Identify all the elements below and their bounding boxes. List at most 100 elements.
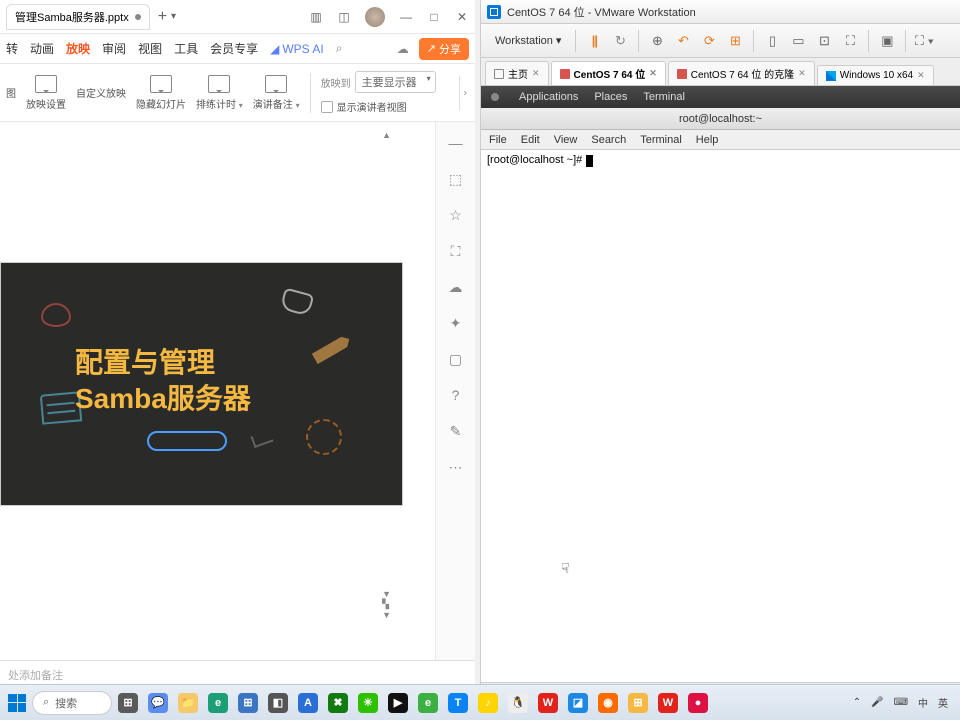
scroll-down-icon[interactable]: ▼▚▼ — [382, 589, 391, 620]
presenter-view-checkbox[interactable]: 显示演讲者视图 — [321, 99, 436, 114]
user-avatar[interactable] — [365, 7, 385, 27]
tray-mic-icon[interactable]: 🎤 — [871, 697, 883, 708]
sidebar-tools-icon[interactable]: ✦ — [447, 314, 465, 332]
menu-item[interactable]: 动画 — [30, 40, 54, 57]
tab-close-icon[interactable]: ✕ — [532, 68, 540, 79]
cloud-icon[interactable]: ☁ — [397, 42, 409, 56]
snapshot-mgr-icon[interactable]: ⊞ — [725, 31, 745, 51]
tab-close-icon[interactable]: ✕ — [649, 68, 657, 79]
taskbar-app-cube[interactable]: ◧ — [264, 689, 292, 717]
start-button[interactable] — [4, 690, 30, 716]
sidebar-design-icon[interactable]: ✎ — [447, 422, 465, 440]
menu-item[interactable]: 视图 — [138, 40, 162, 57]
term-menu-file[interactable]: File — [489, 134, 507, 146]
taskbar-app-edge[interactable]: e — [204, 689, 232, 717]
menu-item[interactable]: 转 — [6, 40, 18, 57]
term-menu-edit[interactable]: Edit — [521, 134, 540, 146]
taskbar-app-rec[interactable]: ● — [684, 689, 712, 717]
view-fullscreen-icon[interactable]: ⛶ — [840, 31, 860, 51]
guest-display[interactable]: Applications Places Terminal root@localh… — [481, 86, 960, 682]
tab-dropdown-icon[interactable]: ▾ — [171, 11, 176, 22]
term-menu-help[interactable]: Help — [696, 134, 719, 146]
document-tab[interactable]: 管理Samba服务器.pptx — [6, 4, 150, 30]
ribbon-notes[interactable]: 演讲备注 ▾ — [253, 75, 300, 111]
term-menu-view[interactable]: View — [554, 134, 578, 146]
term-menu-search[interactable]: Search — [591, 134, 626, 146]
activities-icon[interactable] — [491, 93, 499, 101]
tab-close-icon[interactable]: ✕ — [917, 70, 925, 81]
taskbar-app-wps[interactable]: W — [654, 689, 682, 717]
view-single-icon[interactable]: ▯ — [762, 31, 782, 51]
slide[interactable]: 配置与管理 Samba服务器 — [0, 262, 403, 506]
sidebar-star-icon[interactable]: ☆ — [447, 206, 465, 224]
taskbar-search[interactable]: ⌕ 搜索 — [32, 691, 112, 715]
gnome-menu[interactable]: Places — [594, 91, 627, 103]
sidebar-collapse-icon[interactable]: — — [447, 134, 465, 152]
new-tab-button[interactable]: + — [158, 8, 167, 26]
taskbar-app-wechat[interactable]: ✳ — [354, 689, 382, 717]
ribbon-rehearse[interactable]: 排练计时 ▾ — [196, 75, 243, 111]
pause-button[interactable]: || — [584, 31, 604, 51]
display-select[interactable]: 主要显示器 ▾ — [355, 71, 436, 93]
taskbar-app-explorer[interactable]: 📁 — [174, 689, 202, 717]
share-button[interactable]: ↗ 分享 — [419, 38, 469, 60]
ribbon-expand-icon[interactable]: › — [459, 75, 471, 110]
console-icon[interactable]: ▣ — [877, 31, 897, 51]
taskbar-app-xbox[interactable]: ✖ — [324, 689, 352, 717]
vm-tab-windows[interactable]: Windows 10 x64✕ — [817, 65, 934, 85]
sidebar-cloud-icon[interactable]: ☁ — [447, 278, 465, 296]
taskbar-app-app-blue[interactable]: A — [294, 689, 322, 717]
sidebar-more-icon[interactable]: ⋯ — [447, 458, 465, 476]
revert-icon[interactable]: ↶ — [673, 31, 693, 51]
tray-keyboard-icon[interactable]: ⌨ — [894, 697, 908, 708]
manage-icon[interactable]: ⟳ — [699, 31, 719, 51]
scroll-up-icon[interactable]: ▲ — [382, 130, 391, 140]
taskbar-app-app-orange[interactable]: ◉ — [594, 689, 622, 717]
sidebar-select-icon[interactable]: ⬚ — [447, 170, 465, 188]
tray-lang[interactable]: 英 — [938, 695, 948, 710]
sidebar-chat-icon[interactable]: ⛶ — [447, 242, 465, 260]
wps-ai-button[interactable]: ◢ WPS AI — [270, 42, 324, 56]
taskbar-app-store[interactable]: ⊞ — [234, 689, 262, 717]
snapshot-icon[interactable]: ⊕ — [647, 31, 667, 51]
menu-item-active[interactable]: 放映 — [66, 40, 90, 57]
view-unity-icon[interactable]: ⊡ — [814, 31, 834, 51]
cube-icon[interactable]: ◫ — [337, 10, 351, 24]
search-icon[interactable]: ⌕ — [336, 41, 343, 56]
taskbar-app-task-view[interactable]: ⊞ — [114, 689, 142, 717]
menu-item[interactable]: 工具 — [174, 40, 198, 57]
menu-item[interactable]: 审阅 — [102, 40, 126, 57]
ribbon-hide-slide[interactable]: 隐藏幻灯片 — [136, 75, 186, 111]
gnome-menu[interactable]: Applications — [519, 91, 578, 103]
tab-close-icon[interactable]: ✕ — [798, 68, 806, 79]
sidebar-help-icon[interactable]: ? — [447, 386, 465, 404]
ribbon-custom-play[interactable]: 自定义放映 — [76, 85, 126, 100]
vm-tab-clone[interactable]: CentOS 7 64 位 的克隆✕ — [668, 61, 815, 85]
view-multi-icon[interactable]: ▭ — [788, 31, 808, 51]
taskbar-app-calc[interactable]: ⊞ — [624, 689, 652, 717]
ribbon-item[interactable]: 图 — [6, 85, 16, 100]
ribbon-play-settings[interactable]: 放映设置 — [26, 75, 66, 111]
sidebar-page-icon[interactable]: ▢ — [447, 350, 465, 368]
vm-tab-centos[interactable]: CentOS 7 64 位✕ — [551, 61, 666, 85]
vm-tab-home[interactable]: 主页✕ — [485, 61, 549, 85]
minimize-button[interactable]: — — [399, 10, 413, 24]
taskbar-app-wps-red[interactable]: W — [534, 689, 562, 717]
tray-ime[interactable]: 中 — [918, 695, 928, 710]
workstation-menu[interactable]: Workstation ▾ — [489, 32, 567, 49]
taskbar-app-qqmusic[interactable]: ♪ — [474, 689, 502, 717]
taskbar-app-todesk[interactable]: T — [444, 689, 472, 717]
taskbar-app-qq[interactable]: 🐧 — [504, 689, 532, 717]
taskbar-app-ie[interactable]: e — [414, 689, 442, 717]
maximize-button[interactable]: □ — [427, 10, 441, 24]
taskbar-app-app-blue2[interactable]: ◪ — [564, 689, 592, 717]
close-button[interactable]: ✕ — [455, 10, 469, 24]
layout-icon[interactable]: ▥ — [309, 10, 323, 24]
stretch-icon[interactable]: ⛶ ▾ — [914, 31, 934, 51]
tray-chevron-icon[interactable]: ⌃ — [853, 697, 861, 708]
menu-item[interactable]: 会员专享 — [210, 40, 258, 57]
taskbar-app-video[interactable]: ▶ — [384, 689, 412, 717]
slide-canvas[interactable]: ▲ 配置与管理 Samba服务器 ▼▚▼ — [0, 122, 435, 660]
gnome-menu[interactable]: Terminal — [643, 91, 685, 103]
power-cycle-icon[interactable]: ↻ — [610, 31, 630, 51]
